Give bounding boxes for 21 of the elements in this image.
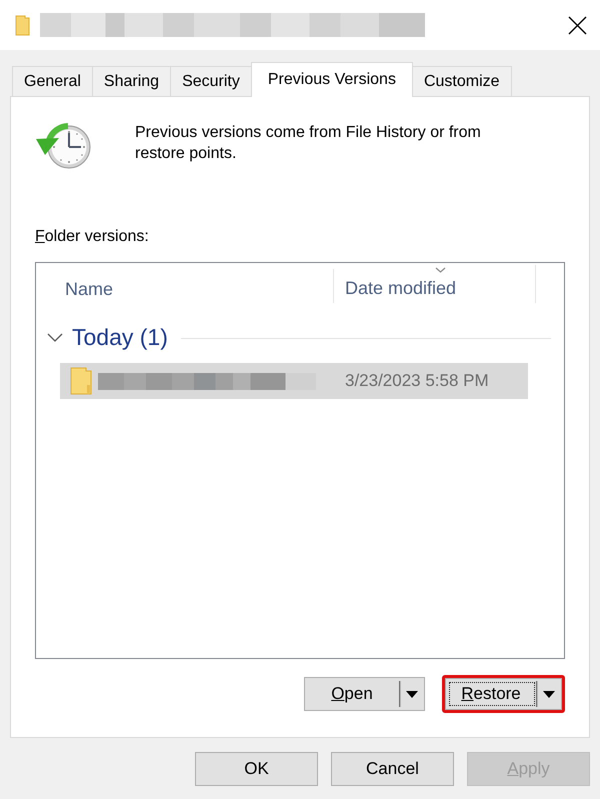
clock-arrow-icon bbox=[35, 121, 91, 171]
column-header[interactable]: Date modified bbox=[334, 265, 536, 303]
dropdown-caret-icon bbox=[543, 690, 555, 698]
split-button[interactable]: Restore bbox=[445, 678, 562, 710]
folder-icon bbox=[15, 14, 30, 36]
file-row[interactable]: 3/23/2023 5:58 PM bbox=[60, 363, 528, 399]
tab[interactable]: Customize bbox=[412, 66, 512, 96]
close-icon bbox=[568, 16, 587, 34]
group-header[interactable]: Today (1) bbox=[36, 320, 564, 354]
description-text: Previous versions come from File History or from restore points. bbox=[135, 123, 482, 164]
split-button[interactable]: Open bbox=[304, 677, 425, 711]
tab[interactable]: General bbox=[12, 66, 93, 96]
folder-icon bbox=[70, 367, 92, 395]
dialog-button[interactable]: Cancel bbox=[331, 752, 454, 786]
list-label: Folder versions: bbox=[35, 227, 150, 247]
date-cell-text: 3/23/2023 5:58 PM bbox=[345, 370, 489, 392]
dialog-button[interactable]: OK bbox=[195, 752, 318, 786]
close-button[interactable] bbox=[568, 16, 587, 34]
column-header[interactable]: Name bbox=[36, 269, 334, 303]
tab[interactable]: Previous Versions bbox=[250, 62, 413, 97]
dropdown-caret-icon bbox=[406, 690, 418, 698]
